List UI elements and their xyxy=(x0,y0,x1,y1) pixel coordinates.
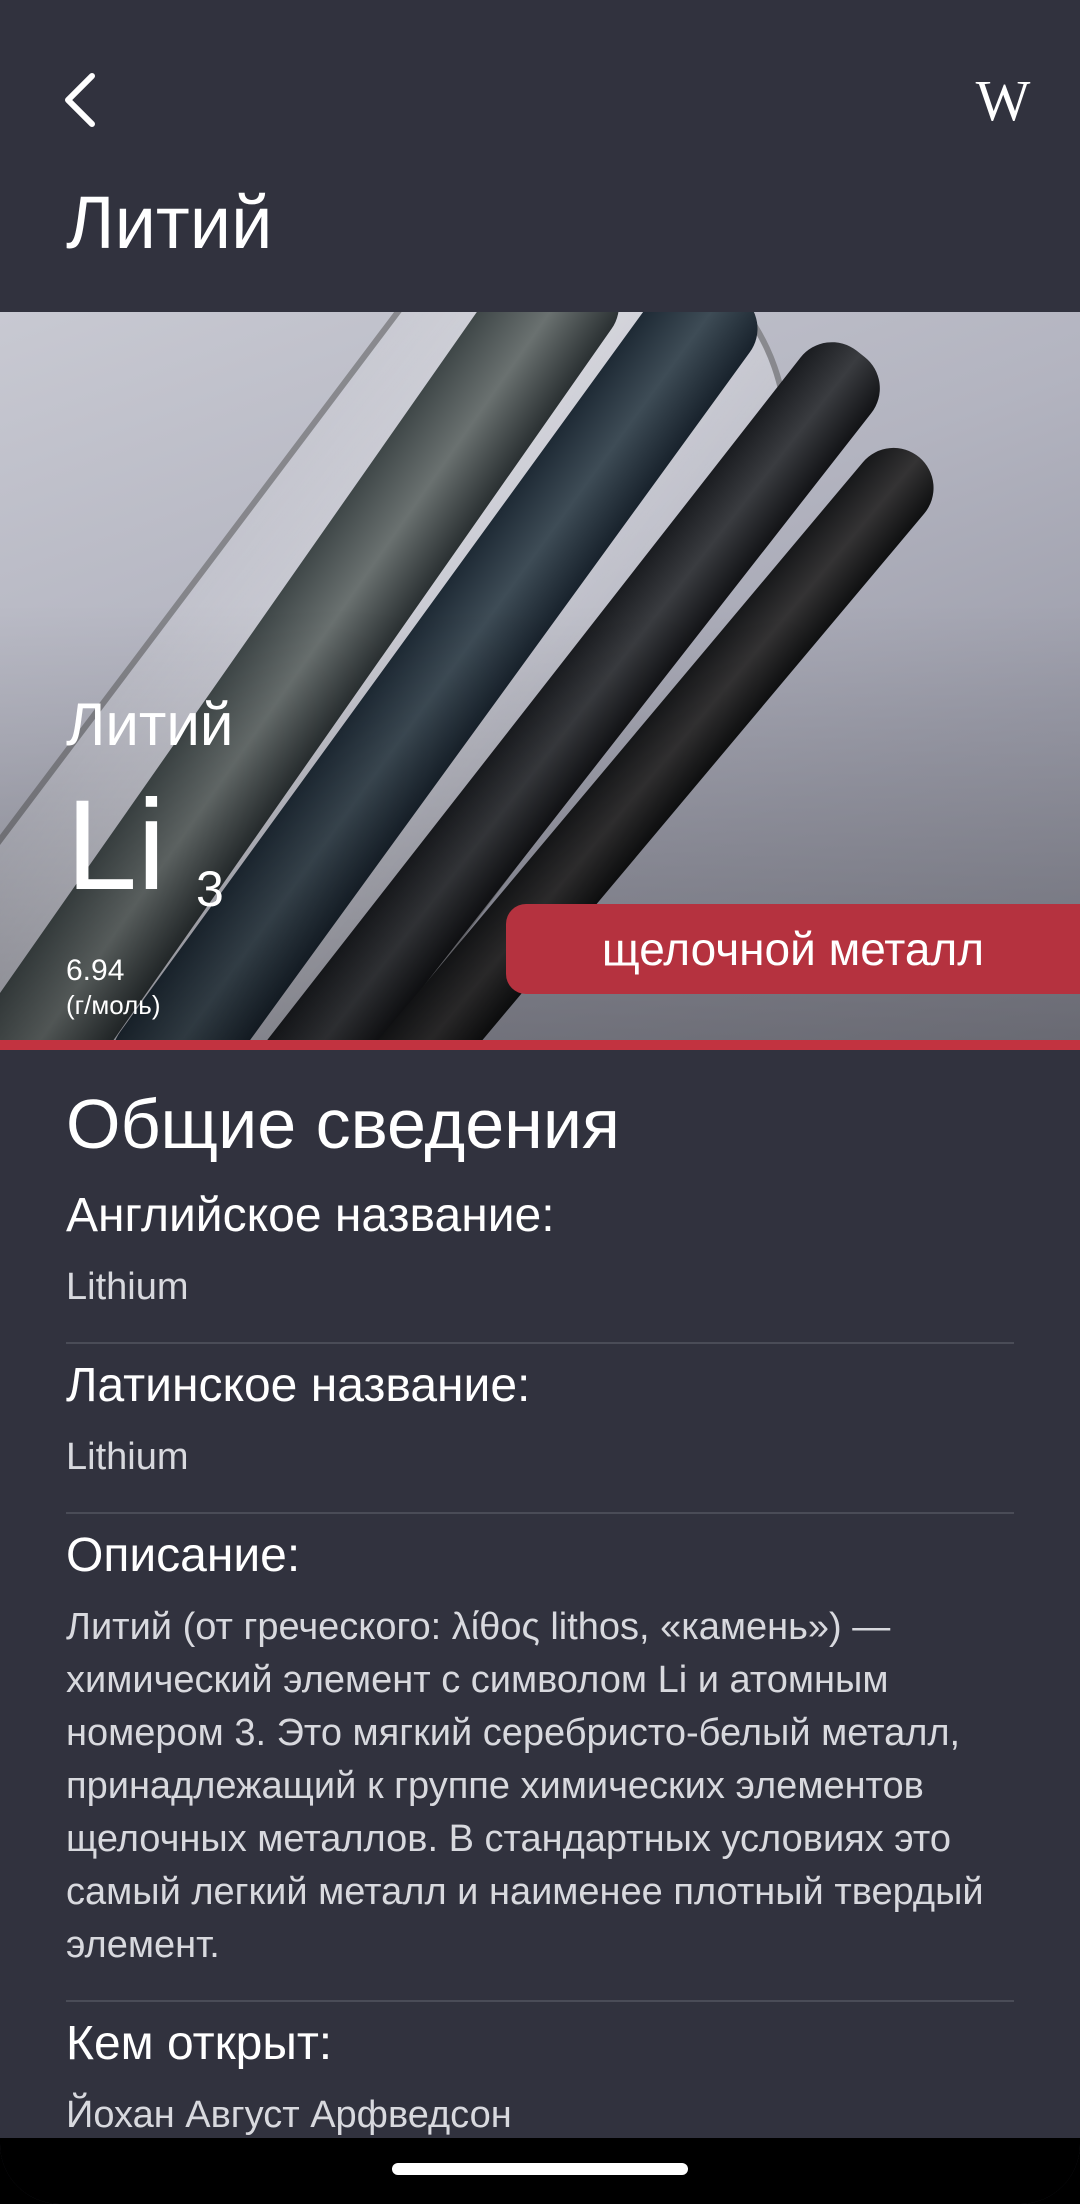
info-item-english-name: Английское название: Lithium xyxy=(66,1174,1014,1344)
wikipedia-button[interactable]: W xyxy=(960,60,1040,140)
info-value: Литий (от греческого: λίθος lithos, «кам… xyxy=(66,1606,984,1966)
info-item-latin-name: Латинское название: Lithium xyxy=(66,1344,1014,1514)
info-value: Lithium xyxy=(66,1436,189,1478)
general-info-section: Общие сведения Английское название: Lith… xyxy=(66,1050,1014,2170)
page-title: Литий xyxy=(66,181,273,264)
top-app-bar: W Литий xyxy=(0,0,1080,312)
category-badge: щелочной металл xyxy=(506,904,1080,994)
info-label: Описание: xyxy=(66,1529,301,1582)
info-value: Йохан Август Арфведсон xyxy=(66,2094,512,2136)
info-item-description: Описание: Литий (от греческого: λίθος li… xyxy=(66,1514,1014,2002)
section-title: Общие сведения xyxy=(66,1085,620,1163)
element-name: Литий xyxy=(66,691,234,758)
category-accent-divider xyxy=(0,1040,1080,1050)
atomic-number: 3 xyxy=(196,861,224,917)
atomic-mass-unit: (г/моль) xyxy=(66,990,161,1020)
app-screen: W Литий Литий Li 3 6.94 (г/моль) щелочно… xyxy=(0,0,1080,2204)
info-value: Lithium xyxy=(66,1266,189,1308)
info-label: Кем открыт: xyxy=(66,2017,333,2070)
atomic-mass: 6.94 xyxy=(66,954,125,987)
back-button[interactable] xyxy=(60,60,140,140)
home-indicator[interactable] xyxy=(392,2163,688,2175)
info-label: Латинское название: xyxy=(66,1359,531,1412)
element-symbol: Li xyxy=(66,774,166,917)
element-hero-image: Литий Li 3 6.94 (г/моль) щелочной металл xyxy=(0,312,1080,1040)
chevron-left-icon xyxy=(65,73,95,127)
info-label: Английское название: xyxy=(66,1189,555,1242)
wikipedia-icon: W xyxy=(975,67,1031,133)
